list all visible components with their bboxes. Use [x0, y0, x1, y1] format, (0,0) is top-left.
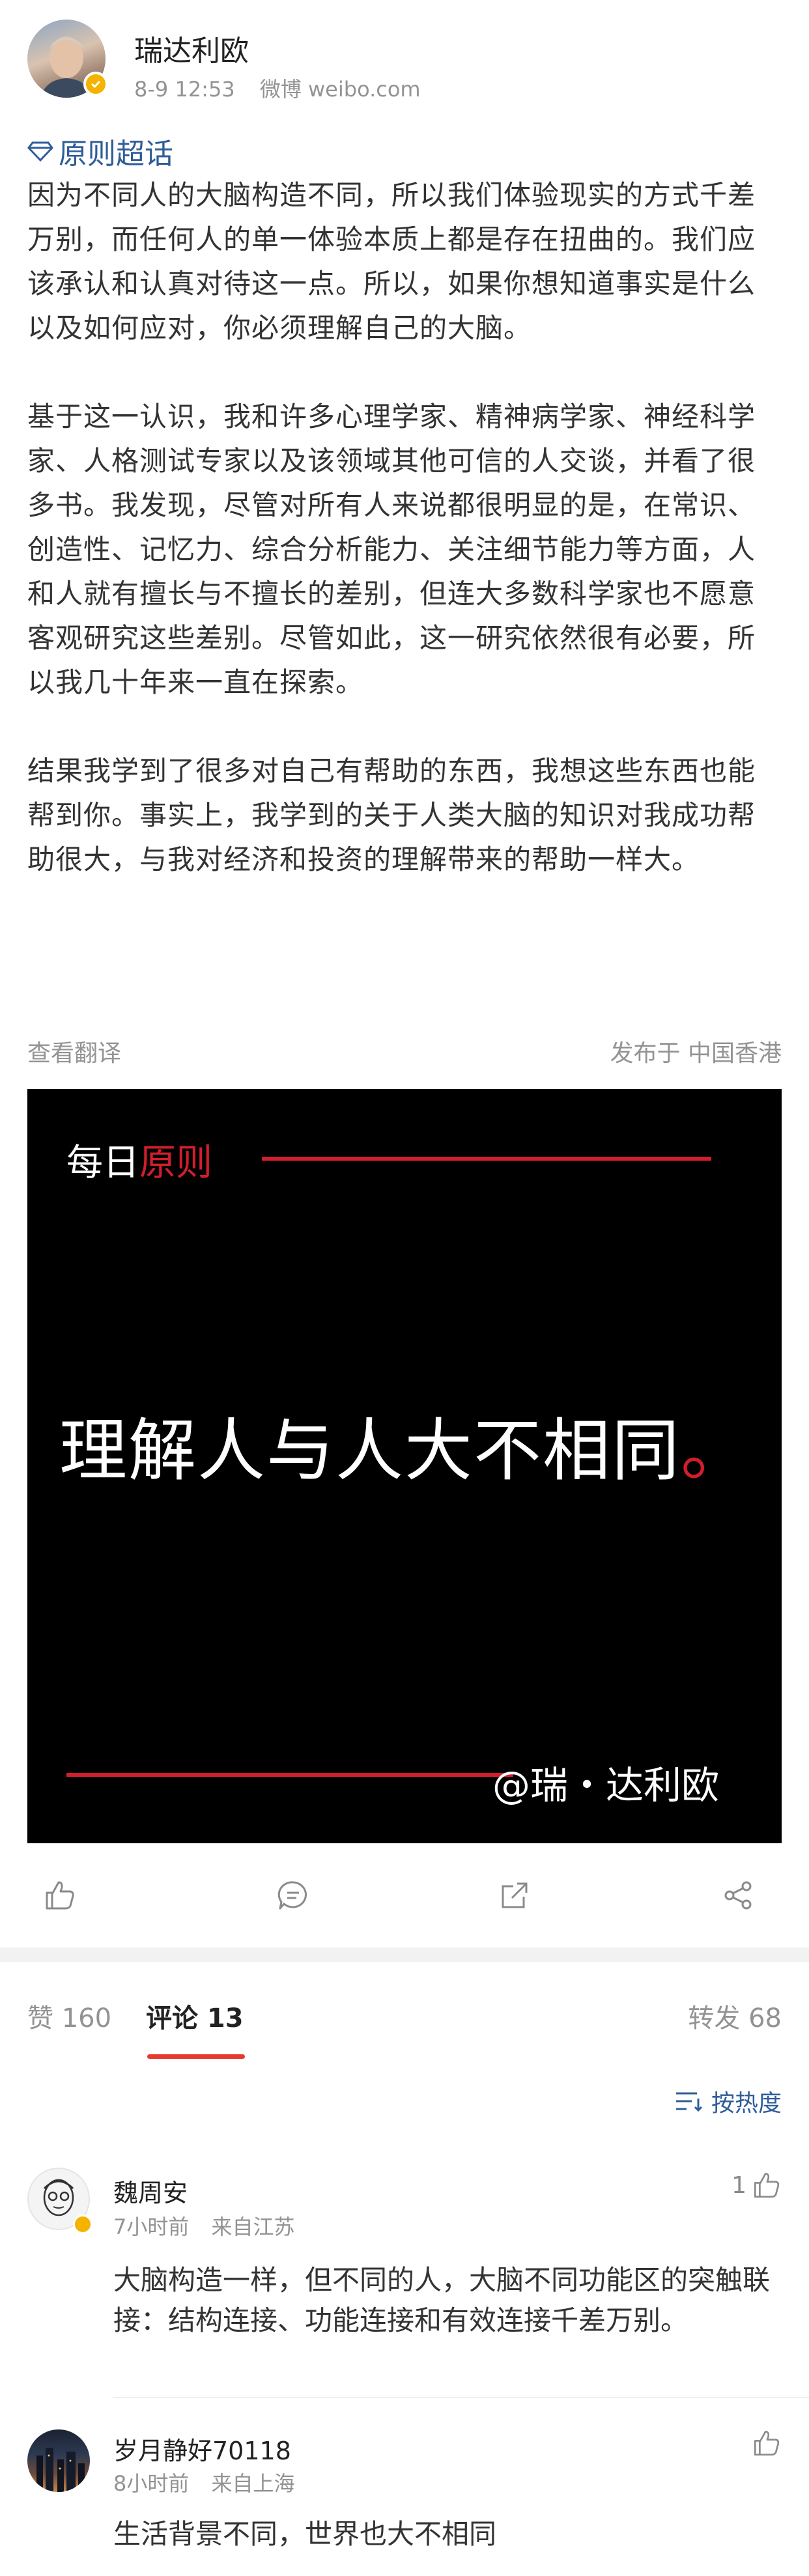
tab-likes[interactable]: 赞 160: [27, 1997, 111, 2035]
tab-reposts[interactable]: 转发 68: [688, 1997, 782, 2035]
comment-like-button[interactable]: 1: [731, 2170, 782, 2200]
comment-like-count: 1: [731, 2172, 746, 2199]
comment-meta: 8小时前 来自上海: [113, 2467, 295, 2497]
post-location: 发布于 中国香港: [610, 1040, 782, 1067]
comment-from: 来自上海: [211, 2471, 295, 2496]
card-header-red: 原则: [139, 1142, 212, 1184]
repost-button[interactable]: [495, 1876, 534, 1915]
sort-label: 按热度: [711, 2090, 782, 2117]
comment-divider: [113, 2397, 809, 2398]
diamond-topic-icon: [27, 141, 53, 162]
comment-from: 来自江苏: [211, 2215, 295, 2239]
comment-item: 岁月静好70118 8小时前 来自上海 生活背景不同，世界也大不相同: [0, 2410, 809, 2576]
card-header-line: [262, 1157, 711, 1161]
share-out-icon: [502, 1882, 528, 1908]
translate-link[interactable]: 查看翻译: [27, 1034, 121, 1068]
comment-text: 大脑构造一样，但不同的人，大脑不同功能区的突触联接：结构连接、功能连接和有效连接…: [113, 2264, 771, 2336]
post-paragraph-1: 因为不同人的大脑构造不同，所以我们体验现实的方式千差万别，而任何人的单一体验本质…: [27, 179, 756, 344]
section-divider: [0, 1947, 809, 1962]
tab-active-indicator: [147, 2054, 245, 2059]
action-bar: [0, 1863, 809, 1928]
sort-button[interactable]: 按热度: [675, 2084, 782, 2118]
thumbs-up-icon: [754, 2430, 780, 2456]
comment-item: 魏周安 7小时前 来自江苏 1 大脑构造一样，但不同的人，大脑不同功能区的突触联…: [0, 2156, 809, 2390]
verified-check-icon: [91, 80, 101, 89]
comment-text: 生活背景不同，世界也大不相同: [113, 2518, 497, 2550]
card-footer-line: [66, 1773, 513, 1777]
post-paragraph-2: 基于这一认识，我和许多心理学家、精神病学家、神经科学家、人格测试专家以及该领域其…: [27, 401, 756, 698]
comment-time: 8小时前: [113, 2471, 190, 2496]
comment-bubble-icon: [277, 1881, 307, 1910]
card-main-text: 理解人与人大不相同。: [27, 1395, 782, 1493]
comment-like-button[interactable]: [752, 2428, 782, 2458]
commenter-cityscape: [36, 2448, 85, 2492]
topic-label: 原则超话: [59, 137, 173, 171]
commenter-verified-badge: [73, 2215, 92, 2234]
commenter-name[interactable]: 岁月静好70118: [113, 2431, 291, 2467]
like-button[interactable]: [40, 1876, 79, 1915]
topic-link[interactable]: 原则超话: [27, 130, 173, 172]
commenter-avatar[interactable]: [27, 2429, 90, 2492]
post-meta: 8-9 12:53 微博 weibo.com: [134, 73, 421, 103]
post-body: 因为不同人的大脑构造不同，所以我们体验现实的方式千差万别，而任何人的单一体验本质…: [27, 173, 763, 926]
post-time: 8-9 12:53: [134, 77, 235, 102]
post-source: 微博 weibo.com: [259, 77, 421, 102]
comment-time: 7小时前: [113, 2215, 190, 2239]
principle-image-card[interactable]: 每日原则 理解人与人大不相同。 @瑞・达利欧: [27, 1089, 782, 1843]
comment-meta: 7小时前 来自江苏: [113, 2211, 295, 2241]
commenter-name[interactable]: 魏周安: [113, 2173, 188, 2209]
sort-lines-icon: [675, 2092, 703, 2112]
card-main-punct: 。: [681, 1411, 750, 1490]
thumbs-up-icon: [754, 2172, 780, 2198]
comment-button[interactable]: [274, 1876, 313, 1915]
card-signature: @瑞・达利欧: [492, 1763, 720, 1807]
share-nodes-icon: [724, 1881, 752, 1910]
thumbs-up-icon: [46, 1881, 74, 1910]
verified-badge: [83, 72, 108, 96]
post-paragraph-3: 结果我学到了很多对自己有帮助的东西，我想这些东西也能帮到你。事实上，我学到的关于…: [27, 755, 756, 875]
card-main-sentence: 理解人与人大不相同: [59, 1411, 681, 1490]
card-header: 每日原则: [66, 1133, 212, 1186]
card-header-white: 每日: [66, 1142, 139, 1184]
author-name[interactable]: 瑞达利欧: [134, 27, 249, 69]
tab-comments[interactable]: 评论 13: [146, 1997, 244, 2035]
share-button[interactable]: [719, 1876, 758, 1915]
